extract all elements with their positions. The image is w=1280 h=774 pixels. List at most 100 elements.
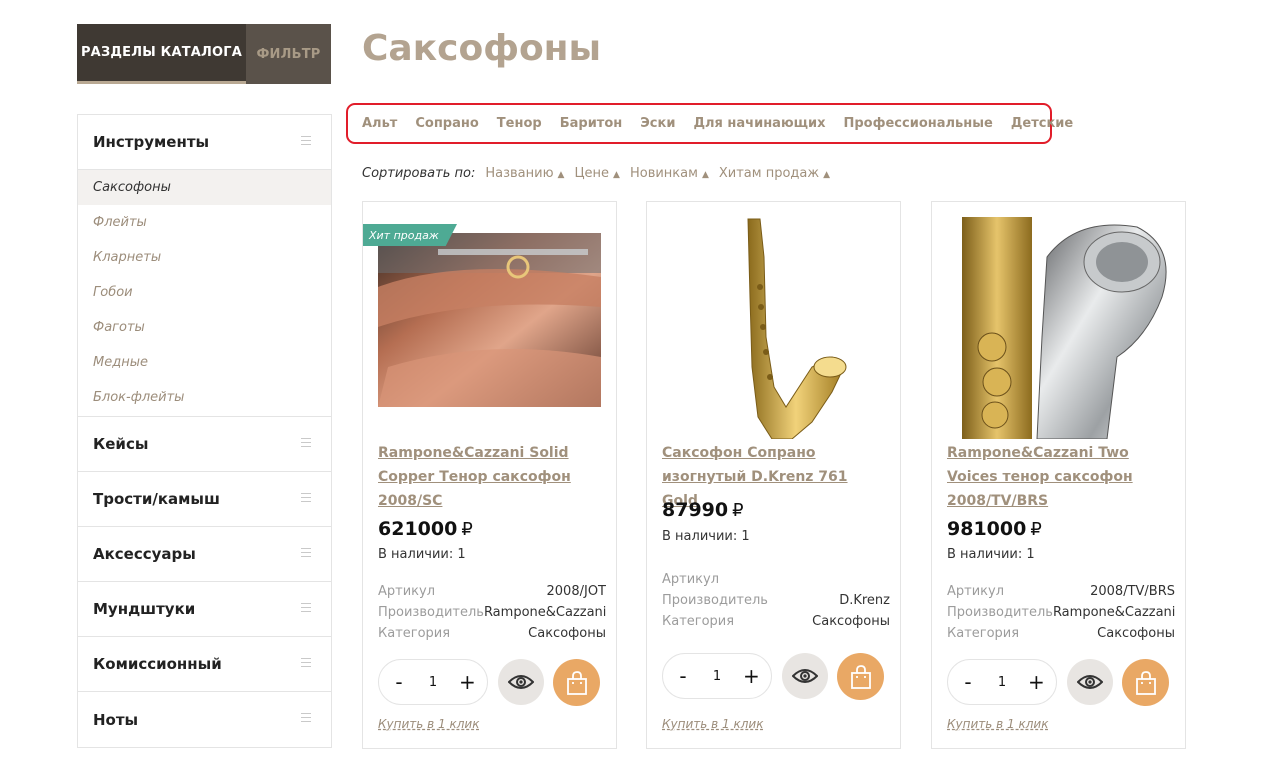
burger-icon xyxy=(301,548,311,557)
sort-arrow-icon: ▲ xyxy=(557,170,565,180)
burger-icon xyxy=(301,713,311,722)
property-value: Rampone&Cazzani xyxy=(483,605,607,620)
increment-button[interactable]: + xyxy=(743,664,760,688)
decrement-button[interactable]: - xyxy=(675,664,691,688)
eye-icon xyxy=(1077,675,1103,689)
product-card: Хит продаж Rampone&Cazzani Solid Copper … xyxy=(362,201,617,749)
product-image[interactable] xyxy=(662,217,885,439)
tab-catalog-sections[interactable]: РАЗДЕЛЫ КАТАЛОГА xyxy=(77,24,246,84)
shopping-bag-icon xyxy=(850,664,871,689)
product-card: Саксофон Сопрано изогнутый D.Krenz 761 G… xyxy=(646,201,901,749)
sidebar-subitem-oboes[interactable]: Гобои xyxy=(78,275,331,310)
property-row: Производитель D.Krenz xyxy=(662,590,890,611)
quantity-stepper: - 1 + xyxy=(378,659,488,705)
price-value: 981000 xyxy=(947,518,1027,540)
product-properties: Артикул Производитель D.Krenz Категория Са… xyxy=(662,569,890,632)
tab-filter[interactable]: ФИЛЬТР xyxy=(246,24,331,84)
subcat-link-baritone[interactable]: Баритон xyxy=(560,116,623,131)
buy-one-click-link[interactable]: Купить в 1 клик xyxy=(378,717,479,731)
increment-button[interactable]: + xyxy=(459,670,476,694)
buy-one-click-link[interactable]: Купить в 1 клик xyxy=(947,717,1048,731)
quick-view-button[interactable] xyxy=(498,659,544,705)
stock-status: В наличии: 1 xyxy=(378,547,466,562)
sidebar-item-label: Комиссионный xyxy=(93,655,222,673)
sort-by-name[interactable]: Названию ▲ xyxy=(485,166,564,181)
subcat-link-professional[interactable]: Профессиональные xyxy=(843,116,992,131)
subcat-link-beginners[interactable]: Для начинающих xyxy=(693,116,825,131)
sidebar-item-label: Аксессуары xyxy=(93,545,196,563)
property-key: Артикул xyxy=(662,572,720,587)
quick-view-button[interactable] xyxy=(782,653,828,699)
subcat-link-kids[interactable]: Детские xyxy=(1011,116,1073,131)
product-image[interactable] xyxy=(378,217,601,439)
sidebar-subitem-flutes[interactable]: Флейты xyxy=(78,205,331,240)
add-to-cart-button[interactable] xyxy=(837,653,884,700)
property-key: Категория xyxy=(378,626,451,641)
sidebar-item-consignment[interactable]: Комиссионный xyxy=(78,637,331,692)
sort-by-bestsellers[interactable]: Хитам продаж ▲ xyxy=(719,166,830,181)
product-price: 87990 ₽ xyxy=(662,499,744,521)
subcat-link-soprano[interactable]: Сопрано xyxy=(415,116,478,131)
sidebar-subitem-bassoons[interactable]: Фаготы xyxy=(78,310,331,345)
sort-item-label: Новинкам xyxy=(629,166,698,181)
sidebar-subitem-clarinets[interactable]: Кларнеты xyxy=(78,240,331,275)
quantity-stepper: - 1 + xyxy=(662,653,772,699)
quantity-value[interactable]: 1 xyxy=(713,669,721,684)
property-row: Артикул xyxy=(662,569,890,590)
property-row: Производитель Rampone&Cazzani xyxy=(378,602,606,623)
sidebar-item-label: Кейсы xyxy=(93,435,149,453)
property-row: Артикул 2008/JOT xyxy=(378,581,606,602)
sort-arrow-icon: ▲ xyxy=(613,170,620,180)
sort-item-label: Цене xyxy=(574,166,610,181)
price-value: 87990 xyxy=(662,499,729,521)
bestseller-badge: Хит продаж xyxy=(363,224,457,246)
sidebar-subitem-recorders[interactable]: Блок-флейты xyxy=(78,380,331,415)
sidebar-item-reeds[interactable]: Трости/камыш xyxy=(78,472,331,527)
property-value: Саксофоны xyxy=(812,614,890,629)
quick-view-button[interactable] xyxy=(1067,659,1113,705)
buy-one-click-link[interactable]: Купить в 1 клик xyxy=(662,717,763,731)
property-value: Rampone&Cazzani xyxy=(1052,605,1176,620)
subcat-link-alto[interactable]: Альт xyxy=(362,116,397,131)
property-row: Артикул 2008/TV/BRS xyxy=(947,581,1175,602)
add-to-cart-button[interactable] xyxy=(1122,659,1169,706)
sidebar-item-label: Инструменты xyxy=(93,133,210,151)
sidebar-item-cases[interactable]: Кейсы xyxy=(78,417,331,472)
currency-symbol: ₽ xyxy=(461,519,473,540)
property-row: Категория Саксофоны xyxy=(662,611,890,632)
quantity-value[interactable]: 1 xyxy=(998,675,1006,690)
decrement-button[interactable]: - xyxy=(391,670,407,694)
increment-button[interactable]: + xyxy=(1028,670,1045,694)
product-name-link[interactable]: Rampone&Cazzani Two Voices тенор саксофо… xyxy=(947,441,1172,513)
sidebar-item-sheet-music[interactable]: Ноты xyxy=(78,692,331,747)
product-properties: Артикул 2008/TV/BRS Производитель Rampone&… xyxy=(947,581,1175,644)
quantity-value[interactable]: 1 xyxy=(429,675,437,690)
product-price: 981000 ₽ xyxy=(947,518,1042,540)
decrement-button[interactable]: - xyxy=(960,670,976,694)
subcat-link-tenor[interactable]: Тенор xyxy=(497,116,542,131)
sort-by-new[interactable]: Новинкам ▲ xyxy=(630,166,709,181)
property-key: Категория xyxy=(947,626,1020,641)
property-key: Артикул xyxy=(947,584,1005,599)
sidebar-item-instruments[interactable]: Инструменты xyxy=(78,115,331,170)
sort-bar: Сортировать по: Названию ▲ Цене ▲ Новинкам… xyxy=(362,166,840,181)
product-name-link[interactable]: Rampone&Cazzani Solid Copper Тенор саксо… xyxy=(378,441,603,513)
property-value: D.Krenz xyxy=(839,593,890,608)
sidebar-item-label: Ноты xyxy=(93,710,139,729)
sidebar-item-mouthpieces[interactable]: Мундштуки xyxy=(78,582,331,637)
property-key: Производитель xyxy=(662,593,768,608)
product-image[interactable] xyxy=(947,217,1170,439)
sidebar-subitem-saxophones[interactable]: Саксофоны xyxy=(78,170,331,205)
sidebar-item-accessories[interactable]: Аксессуары xyxy=(78,527,331,582)
burger-icon xyxy=(301,438,311,447)
sidebar-item-label: Мундштуки xyxy=(93,600,196,618)
page-title: Саксофоны xyxy=(362,28,602,69)
property-value: Саксофоны xyxy=(1097,626,1175,641)
sort-by-price[interactable]: Цене ▲ xyxy=(574,166,620,181)
add-to-cart-button[interactable] xyxy=(553,659,600,706)
sort-arrow-icon: ▲ xyxy=(701,170,709,180)
product-properties: Артикул 2008/JOT Производитель Rampone&Caz… xyxy=(378,581,606,644)
sidebar-subitem-brass[interactable]: Медные xyxy=(78,345,331,380)
property-key: Артикул xyxy=(378,584,436,599)
subcat-link-esky[interactable]: Эски xyxy=(640,116,675,131)
